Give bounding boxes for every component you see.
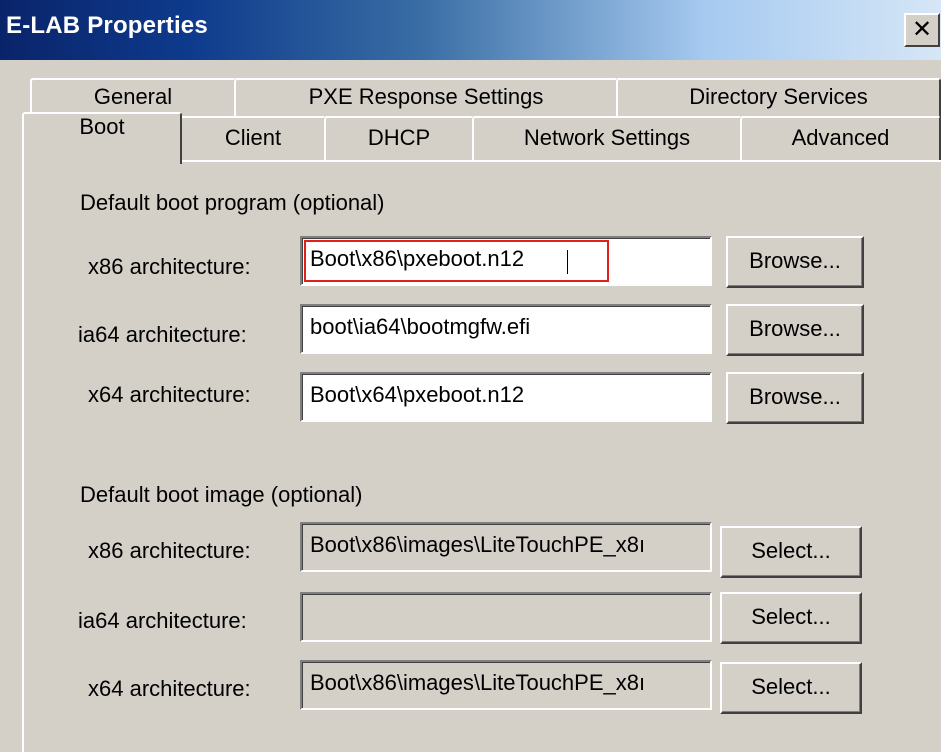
ia64-boot-image-field <box>300 592 712 642</box>
text-cursor <box>567 250 568 274</box>
ia64-program-label: ia64 architecture: <box>78 322 247 347</box>
x86-select-button[interactable]: Select... <box>720 526 862 578</box>
x64-program-label: x64 architecture: <box>88 382 251 407</box>
x64-browse-button[interactable]: Browse... <box>726 372 864 424</box>
tab-dhcp[interactable]: DHCP <box>324 116 474 162</box>
x64-boot-program-input[interactable]: Boot\x64\pxeboot.n12 <box>300 372 712 422</box>
boot-program-legend: Default boot program (optional) <box>76 190 389 216</box>
close-icon: ✕ <box>911 16 933 43</box>
tab-label: Network Settings <box>523 125 691 150</box>
tab-advanced[interactable]: Advanced <box>740 116 941 162</box>
properties-dialog: E-LAB Properties ✕ General PXE Response … <box>0 0 941 752</box>
boot-image-legend: Default boot image (optional) <box>76 482 367 508</box>
ia64-image-label: ia64 architecture: <box>78 608 247 633</box>
x86-boot-program-input[interactable]: Boot\x86\pxeboot.n12 <box>300 236 712 286</box>
tab-label: Client <box>224 125 282 150</box>
x64-image-label: x64 architecture: <box>88 676 251 701</box>
tab-boot[interactable]: Boot <box>22 112 182 164</box>
title-bar[interactable]: E-LAB Properties ✕ <box>0 0 941 60</box>
tab-directory-services[interactable]: Directory Services <box>616 78 941 118</box>
tab-label: Boot <box>79 114 125 139</box>
x64-select-button[interactable]: Select... <box>720 662 862 714</box>
tab-label: DHCP <box>367 125 431 150</box>
x86-boot-image-field: Boot\x86\images\LiteTouchPE_x8ı <box>300 522 712 572</box>
tab-network-settings[interactable]: Network Settings <box>472 116 742 162</box>
x86-image-label: x86 architecture: <box>88 538 251 563</box>
tab-pxe-response-settings[interactable]: PXE Response Settings <box>234 78 618 118</box>
tab-client[interactable]: Client <box>180 116 326 162</box>
ia64-select-button[interactable]: Select... <box>720 592 862 644</box>
x86-browse-button[interactable]: Browse... <box>726 236 864 288</box>
ia64-boot-program-input[interactable]: boot\ia64\bootmgfw.efi <box>300 304 712 354</box>
x86-program-label: x86 architecture: <box>88 254 251 279</box>
tab-label: Advanced <box>791 125 890 150</box>
tab-label: Directory Services <box>689 84 868 109</box>
tab-label: General <box>93 84 173 109</box>
tab-label: PXE Response Settings <box>308 84 544 109</box>
ia64-browse-button[interactable]: Browse... <box>726 304 864 356</box>
x64-boot-image-field: Boot\x86\images\LiteTouchPE_x8ı <box>300 660 712 710</box>
close-button[interactable]: ✕ <box>904 13 940 47</box>
window-title: E-LAB Properties <box>6 12 208 39</box>
